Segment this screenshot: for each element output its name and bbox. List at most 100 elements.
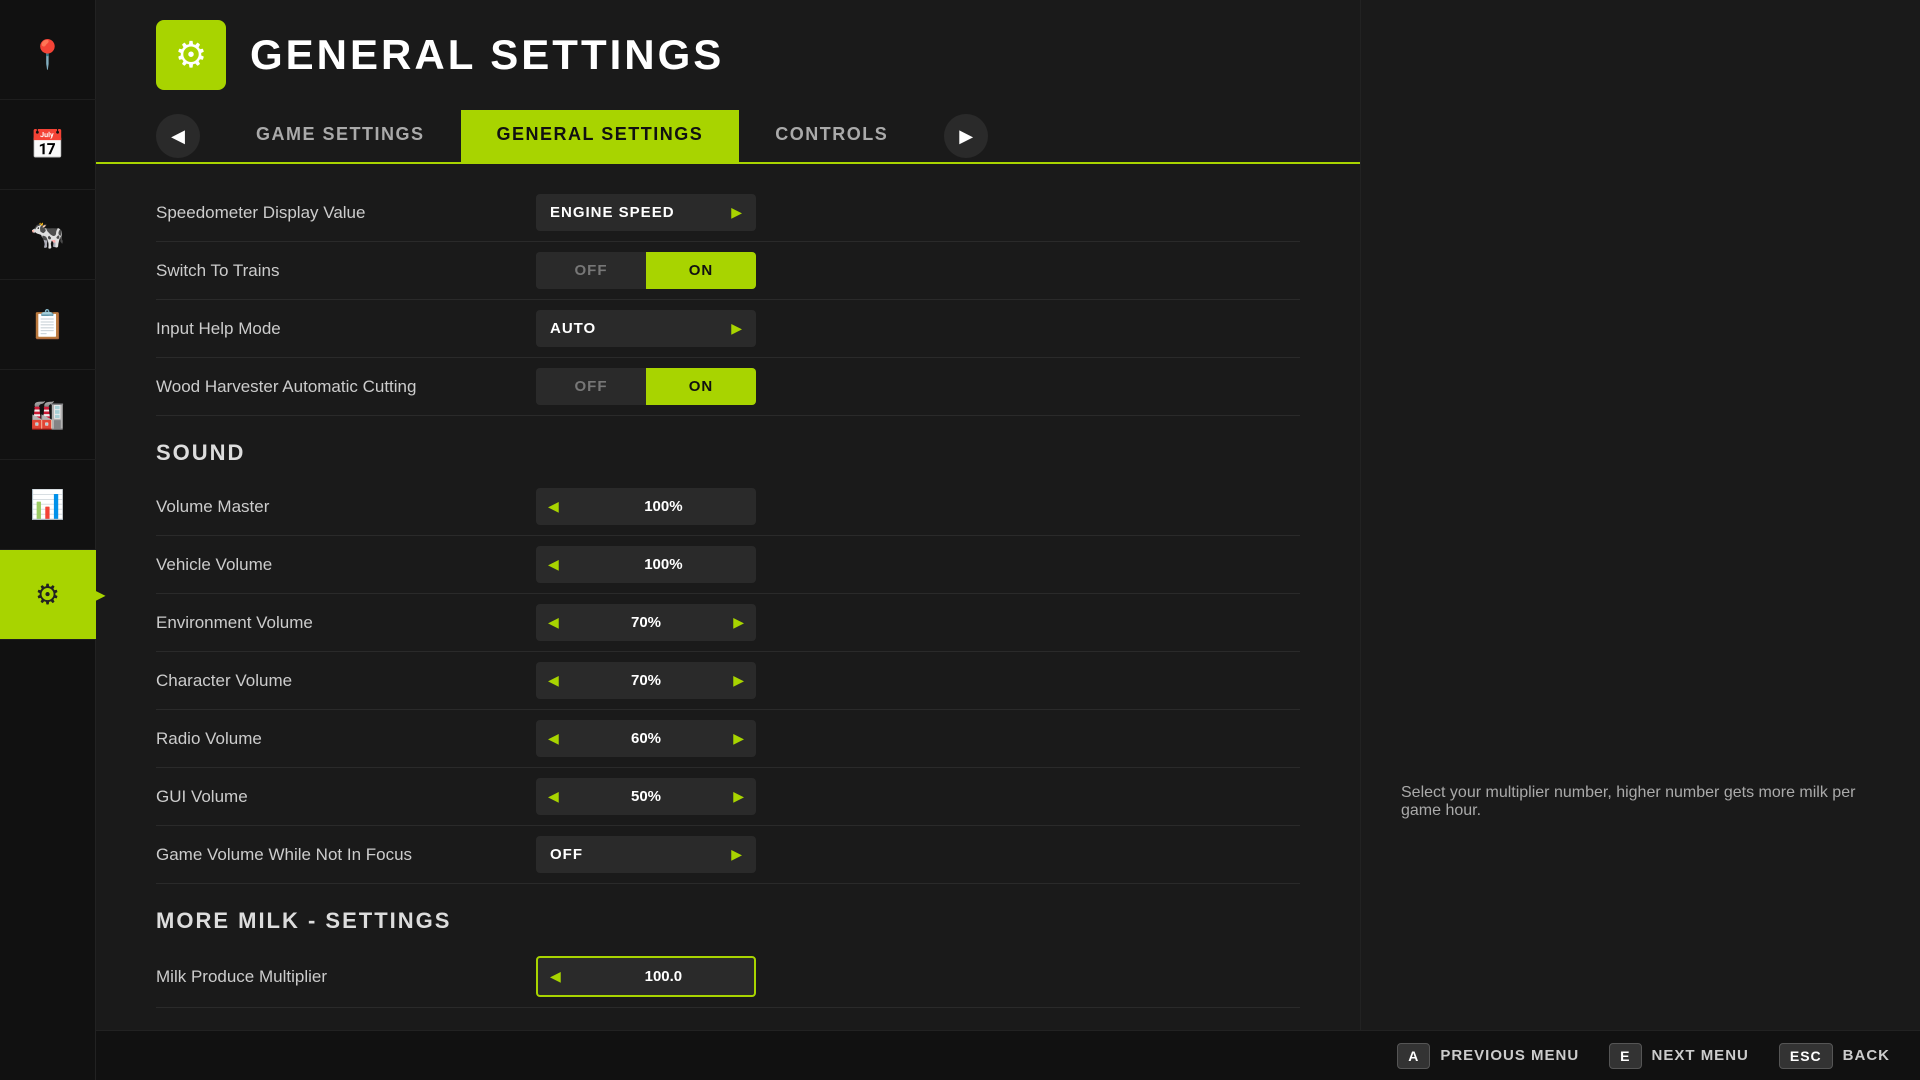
back-action: ESC BACK <box>1779 1043 1890 1069</box>
vehicle-volume-slider[interactable]: ◀ 100% <box>536 546 756 583</box>
game-volume-focus-arrow: ▶ <box>731 846 742 863</box>
wood-harvester-label: Wood Harvester Automatic Cutting <box>156 377 536 397</box>
tab-controls[interactable]: CONTROLS <box>739 110 924 162</box>
radio-volume-row: Radio Volume ◀ 60% ▶ <box>156 710 1300 768</box>
contracts-icon: 📋 <box>30 308 65 341</box>
sidebar-item-production[interactable]: 🏭 <box>0 370 96 460</box>
hint-text: Select your multiplier number, higher nu… <box>1401 784 1880 820</box>
character-volume-decrease[interactable]: ◀ <box>536 662 571 699</box>
gui-volume-label: GUI Volume <box>156 787 536 807</box>
sidebar-item-calendar[interactable]: 📅 <box>0 100 96 190</box>
milk-multiplier-slider[interactable]: ◀ 100.0 <box>536 956 756 997</box>
radio-volume-label: Radio Volume <box>156 729 536 749</box>
volume-master-value: 100% <box>571 498 756 515</box>
settings-icon: ⚙ <box>35 578 60 611</box>
input-help-dropdown[interactable]: AUTO ▶ <box>536 310 756 347</box>
volume-master-decrease[interactable]: ◀ <box>536 488 571 525</box>
page-title: GENERAL SETTINGS <box>250 31 724 79</box>
switch-trains-on[interactable]: ON <box>646 252 756 289</box>
sidebar-item-animals[interactable]: 🐄 <box>0 190 96 280</box>
gui-volume-increase[interactable]: ▶ <box>721 778 756 815</box>
game-volume-focus-dropdown[interactable]: OFF ▶ <box>536 836 756 873</box>
switch-trains-label: Switch To Trains <box>156 261 536 281</box>
game-volume-focus-value: OFF <box>550 846 583 863</box>
header: ⚙ GENERAL SETTINGS <box>96 0 1360 110</box>
environment-volume-value: 70% <box>571 614 721 631</box>
sidebar-item-map[interactable]: 📍 <box>0 10 96 100</box>
sidebar-item-settings[interactable]: ⚙ <box>0 550 96 640</box>
calendar-icon: 📅 <box>30 128 65 161</box>
gui-volume-decrease[interactable]: ◀ <box>536 778 571 815</box>
main-area: ⚙ GENERAL SETTINGS ◀ GAME SETTINGS GENER… <box>96 0 1360 1080</box>
character-volume-label: Character Volume <box>156 671 536 691</box>
tab-next-button[interactable]: ▶ <box>944 114 988 158</box>
milk-multiplier-row: Milk Produce Multiplier ◀ 100.0 <box>156 946 1300 1008</box>
next-menu-label: NEXT MENU <box>1652 1047 1749 1064</box>
volume-master-slider[interactable]: ◀ 100% <box>536 488 756 525</box>
gui-volume-value: 50% <box>571 788 721 805</box>
tabs-bar: ◀ GAME SETTINGS GENERAL SETTINGS CONTROL… <box>96 110 1360 164</box>
wood-harvester-toggle[interactable]: OFF ON <box>536 368 756 405</box>
vehicle-volume-label: Vehicle Volume <box>156 555 536 575</box>
animals-icon: 🐄 <box>30 218 65 251</box>
speedometer-label: Speedometer Display Value <box>156 203 536 223</box>
game-volume-focus-label: Game Volume While Not In Focus <box>156 845 536 865</box>
switch-trains-toggle[interactable]: OFF ON <box>536 252 756 289</box>
back-label: BACK <box>1843 1047 1890 1064</box>
vehicle-volume-value: 100% <box>571 556 756 573</box>
speedometer-dropdown[interactable]: ENGINE SPEED ▶ <box>536 194 756 231</box>
vehicle-volume-decrease[interactable]: ◀ <box>536 546 571 583</box>
previous-menu-action: A PREVIOUS MENU <box>1397 1043 1579 1069</box>
volume-master-label: Volume Master <box>156 497 536 517</box>
environment-volume-row: Environment Volume ◀ 70% ▶ <box>156 594 1300 652</box>
environment-volume-increase[interactable]: ▶ <box>721 604 756 641</box>
switch-trains-row: Switch To Trains OFF ON <box>156 242 1300 300</box>
radio-volume-increase[interactable]: ▶ <box>721 720 756 757</box>
character-volume-slider[interactable]: ◀ 70% ▶ <box>536 662 756 699</box>
sound-section-title: SOUND <box>156 440 1300 466</box>
sidebar-item-stats[interactable]: 📊 <box>0 460 96 550</box>
tab-general-settings[interactable]: GENERAL SETTINGS <box>461 110 740 162</box>
volume-master-row: Volume Master ◀ 100% <box>156 478 1300 536</box>
milk-multiplier-decrease[interactable]: ◀ <box>538 958 573 995</box>
wood-harvester-on[interactable]: ON <box>646 368 756 405</box>
input-help-label: Input Help Mode <box>156 319 536 339</box>
gear-icon: ⚙ <box>175 34 207 76</box>
map-icon: 📍 <box>30 38 65 71</box>
tab-game-settings[interactable]: GAME SETTINGS <box>220 110 461 162</box>
more-milk-section-title: MORE MILK - SETTINGS <box>156 908 1300 934</box>
game-volume-focus-row: Game Volume While Not In Focus OFF ▶ <box>156 826 1300 884</box>
radio-volume-slider[interactable]: ◀ 60% ▶ <box>536 720 756 757</box>
radio-volume-decrease[interactable]: ◀ <box>536 720 571 757</box>
gui-volume-slider[interactable]: ◀ 50% ▶ <box>536 778 756 815</box>
switch-trains-off[interactable]: OFF <box>536 252 646 289</box>
next-menu-action: E NEXT MENU <box>1609 1043 1749 1069</box>
speedometer-arrow: ▶ <box>731 204 742 221</box>
milk-multiplier-label: Milk Produce Multiplier <box>156 967 536 987</box>
input-help-row: Input Help Mode AUTO ▶ <box>156 300 1300 358</box>
right-panel: Select your multiplier number, higher nu… <box>1360 0 1920 1080</box>
sidebar: 📍 📅 🐄 📋 🏭 📊 ⚙ <box>0 0 96 1080</box>
character-volume-value: 70% <box>571 672 721 689</box>
tab-prev-button[interactable]: ◀ <box>156 114 200 158</box>
vehicle-volume-row: Vehicle Volume ◀ 100% <box>156 536 1300 594</box>
speedometer-value: ENGINE SPEED <box>550 204 675 221</box>
environment-volume-decrease[interactable]: ◀ <box>536 604 571 641</box>
back-key[interactable]: ESC <box>1779 1043 1833 1069</box>
wood-harvester-off[interactable]: OFF <box>536 368 646 405</box>
environment-volume-label: Environment Volume <box>156 613 536 633</box>
bottom-bar: A PREVIOUS MENU E NEXT MENU ESC BACK <box>96 1030 1920 1080</box>
input-help-value: AUTO <box>550 320 596 337</box>
production-icon: 🏭 <box>30 398 65 431</box>
wood-harvester-row: Wood Harvester Automatic Cutting OFF ON <box>156 358 1300 416</box>
character-volume-increase[interactable]: ▶ <box>721 662 756 699</box>
input-help-arrow: ▶ <box>731 320 742 337</box>
radio-volume-value: 60% <box>571 730 721 747</box>
environment-volume-slider[interactable]: ◀ 70% ▶ <box>536 604 756 641</box>
milk-multiplier-value: 100.0 <box>573 968 754 985</box>
sidebar-item-contracts[interactable]: 📋 <box>0 280 96 370</box>
next-menu-key[interactable]: E <box>1609 1043 1641 1069</box>
stats-icon: 📊 <box>30 488 65 521</box>
previous-menu-key[interactable]: A <box>1397 1043 1430 1069</box>
settings-content: Speedometer Display Value ENGINE SPEED ▶… <box>96 164 1360 1080</box>
